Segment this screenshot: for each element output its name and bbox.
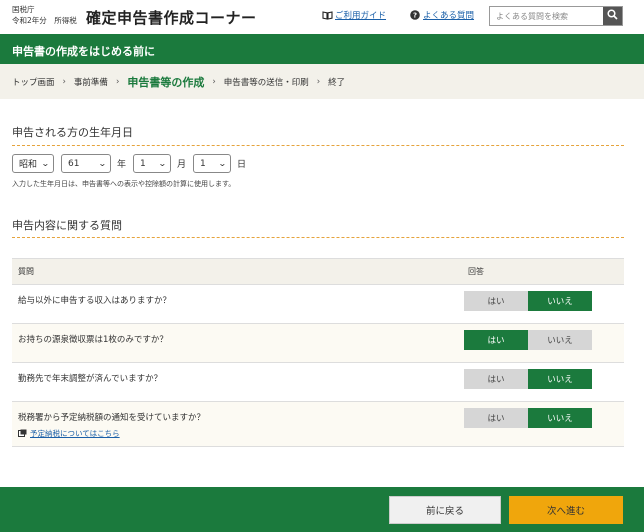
table-header: 質問 回答	[12, 259, 624, 285]
month-value: 1	[140, 158, 146, 169]
page-banner: 申告書の作成をはじめる前に	[0, 34, 644, 64]
answer-toggle: はい いいえ	[464, 291, 592, 311]
next-button[interactable]: 次へ進む	[509, 496, 623, 524]
year-select[interactable]: 61 ⌄	[61, 154, 111, 173]
prepaid-tax-link[interactable]: 予定納税についてはこちら	[18, 428, 462, 439]
breadcrumb-step-top: トップ画面	[12, 77, 55, 88]
no-button[interactable]: いいえ	[528, 369, 592, 389]
back-button[interactable]: 前に戻る	[389, 496, 501, 524]
breadcrumb: トップ画面 › 事前準備 › 申告書等の作成 › 申告書等の送信・印刷 › 終了	[0, 64, 644, 99]
questions-section-title: 申告内容に関する質問	[12, 219, 122, 232]
chevron-down-icon: ⌄	[98, 159, 108, 168]
table-row: 勤務先で年末調整が済んでいますか？ はい いいえ	[12, 363, 624, 402]
tax-year-label: 令和2年分 所得税	[12, 16, 77, 25]
breadcrumb-step-preparation: 事前準備	[73, 77, 108, 88]
question-text: 給与以外に申告する収入はありますか？	[18, 296, 172, 306]
yes-button[interactable]: はい	[464, 291, 528, 311]
no-button[interactable]: いいえ	[528, 408, 592, 428]
search-icon	[607, 9, 618, 23]
year-value: 61	[68, 158, 80, 169]
answer-toggle: はい いいえ	[464, 408, 592, 428]
faq-link-label: よくある質問	[423, 11, 475, 21]
birthdate-row: 昭和 ⌄ 61 ⌄ 年 1 ⌄ 月 1 ⌄ 日	[12, 154, 253, 173]
chevron-down-icon: ⌄	[218, 159, 228, 168]
question-cell: 税務署から予定納税額の通知を受けていますか？ 予定納税についてはこちら	[12, 402, 462, 446]
no-button[interactable]: いいえ	[528, 330, 592, 350]
chevron-right-icon: ›	[316, 76, 321, 87]
questions-table: 質問 回答 給与以外に申告する収入はありますか？ はい いいえ お持ちの源泉徴収…	[12, 258, 624, 447]
question-text: お持ちの源泉徴収票は1枚のみですか？	[18, 335, 168, 345]
chevron-down-icon: ⌄	[41, 159, 51, 168]
yes-button[interactable]: はい	[464, 408, 528, 428]
faq-search	[489, 6, 623, 26]
chevron-down-icon: ⌄	[158, 159, 168, 168]
search-button[interactable]	[603, 7, 622, 25]
prepaid-tax-link-label: 予定納税についてはこちら	[30, 429, 120, 438]
table-row: お持ちの源泉徴収票は1枚のみですか？ はい いいえ	[12, 324, 624, 363]
no-button[interactable]: いいえ	[528, 291, 592, 311]
month-unit: 月	[177, 160, 187, 170]
day-unit: 日	[237, 160, 247, 170]
app-title: 確定申告書作成コーナー	[86, 9, 257, 27]
question-icon: ?	[410, 10, 420, 20]
section-divider	[12, 237, 624, 238]
question-text: 勤務先で年末調整が済んでいますか？	[18, 374, 163, 384]
section-divider	[12, 145, 624, 146]
page-title: 申告書の作成をはじめる前に	[12, 45, 155, 58]
chevron-right-icon: ›	[115, 76, 120, 87]
table-row: 給与以外に申告する収入はありますか？ はい いいえ	[12, 285, 624, 324]
birthdate-note: 入力した生年月日は、申告書等への表示や控除額の計算に使用します。	[12, 180, 236, 188]
chevron-right-icon: ›	[62, 76, 66, 87]
era-select[interactable]: 昭和 ⌄	[12, 154, 54, 173]
breadcrumb-step-send-print: 申告書等の送信・印刷	[223, 77, 309, 88]
question-text: 税務署から予定納税額の通知を受けていますか？	[18, 413, 206, 423]
breadcrumb-step-current: 申告書等の作成	[127, 75, 205, 89]
footer-bar: 前に戻る 次へ進む	[0, 487, 644, 532]
faq-link[interactable]: ? よくある質問	[410, 9, 474, 21]
yes-button[interactable]: はい	[464, 369, 528, 389]
yes-button[interactable]: はい	[464, 330, 528, 350]
table-row: 税務署から予定納税額の通知を受けていますか？ 予定納税についてはこちら はい い…	[12, 402, 624, 447]
birthdate-section-title: 申告される方の生年月日	[12, 126, 133, 139]
month-select[interactable]: 1 ⌄	[133, 154, 172, 173]
site-header: 国税庁 令和2年分 所得税 確定申告書作成コーナー ご利用ガイド ? よくある質…	[0, 0, 644, 34]
question-column-header: 質問	[18, 267, 34, 276]
breadcrumb-step-finish: 終了	[328, 77, 346, 88]
year-unit: 年	[117, 160, 127, 170]
window-icon	[18, 429, 27, 439]
chevron-right-icon: ›	[212, 76, 216, 87]
guide-link-label: ご利用ガイド	[335, 11, 387, 21]
day-select[interactable]: 1 ⌄	[193, 154, 232, 173]
day-value: 1	[200, 158, 206, 169]
guide-link[interactable]: ご利用ガイド	[322, 9, 386, 21]
answer-column-header: 回答	[468, 267, 484, 276]
era-value: 昭和	[19, 160, 38, 170]
svg-text:?: ?	[413, 12, 417, 20]
book-icon	[322, 10, 333, 20]
answer-toggle: はい いいえ	[464, 369, 592, 389]
search-input[interactable]	[490, 7, 603, 25]
answer-toggle: はい いいえ	[464, 330, 592, 350]
agency-logo[interactable]: 国税庁 令和2年分 所得税	[12, 4, 77, 26]
agency-name: 国税庁	[12, 5, 35, 14]
